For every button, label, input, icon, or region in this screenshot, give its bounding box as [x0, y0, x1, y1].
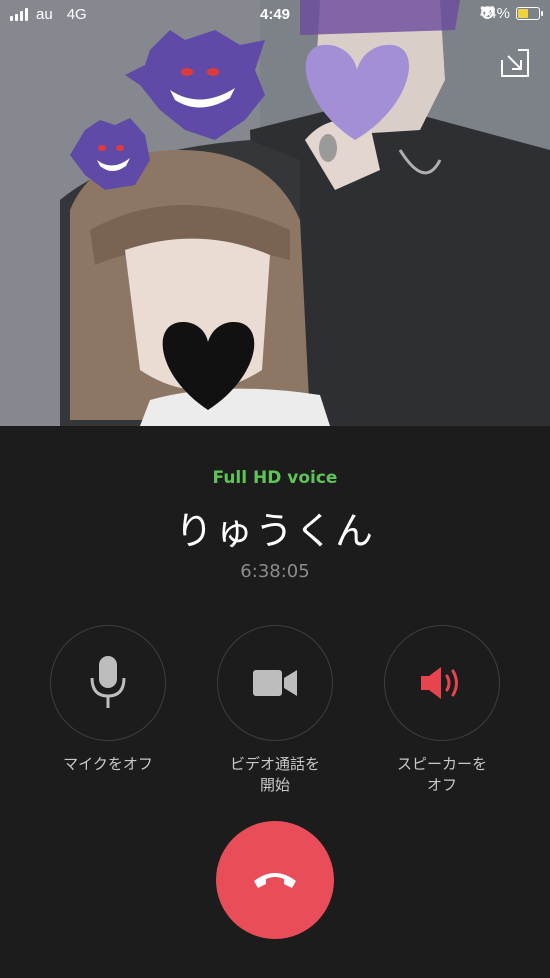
- speaker-toggle-label: スピーカーを オフ: [362, 754, 522, 796]
- mute-mic-label: マイクをオフ: [28, 754, 188, 775]
- speaker-icon: [421, 667, 458, 699]
- alarm-clock-icon: [480, 6, 495, 19]
- mute-mic-label-text: マイクをオフ: [63, 755, 153, 773]
- call-duration: 6:38:05: [240, 561, 310, 582]
- mute-mic-button[interactable]: [50, 625, 166, 741]
- start-video-call-button[interactable]: [217, 625, 333, 741]
- start-video-call-label-line1: ビデオ通話を: [229, 755, 320, 773]
- battery-icon: [516, 7, 543, 20]
- speaker-toggle-label-line2: オフ: [426, 776, 457, 794]
- status-time: 4:49: [259, 6, 291, 23]
- start-video-call-label: ビデオ通話を 開始: [195, 754, 355, 796]
- status-bar: au 4G 4:49 44%: [0, 0, 550, 30]
- speaker-toggle-label-line1: スピーカーを: [396, 755, 487, 773]
- end-call-button[interactable]: [216, 821, 334, 939]
- contact-photo: au 4G 4:49 44%: [0, 0, 550, 426]
- video-camera-icon: [253, 670, 297, 696]
- microphone-icon: [90, 656, 126, 708]
- start-video-call-label-line2: 開始: [259, 776, 290, 794]
- minimize-arrow-icon: [501, 49, 529, 77]
- photo-illustration: [0, 0, 550, 426]
- contact-name: りゅうくん: [174, 509, 375, 553]
- speaker-toggle-button[interactable]: [384, 625, 500, 741]
- minimize-call-button[interactable]: [500, 48, 530, 78]
- phone-hangup-icon: [254, 873, 296, 888]
- call-quality-label: Full HD voice: [212, 468, 338, 488]
